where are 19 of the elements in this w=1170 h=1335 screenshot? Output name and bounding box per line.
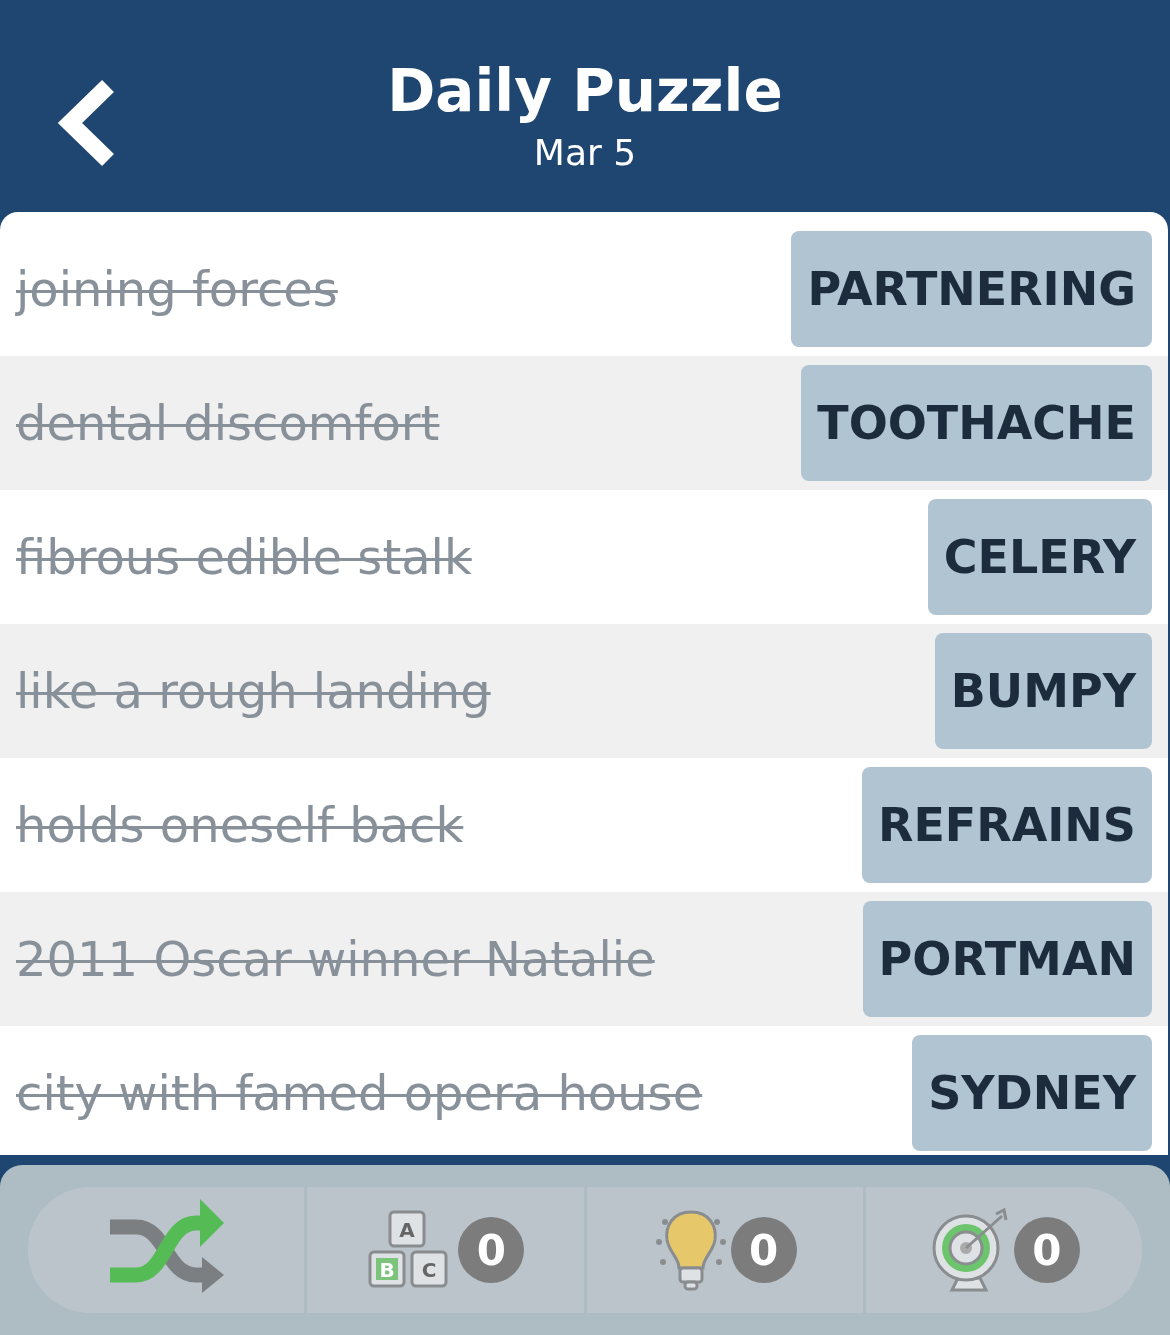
count-badge: 0: [1013, 1217, 1080, 1283]
clue-text: holds oneself back: [16, 797, 464, 853]
clue-text: fibrous edible stalk: [16, 529, 472, 585]
clue-text: joining forces: [16, 261, 338, 317]
clue-text: city with famed opera house: [16, 1065, 703, 1121]
clue-text: 2011 Oscar winner Natalie: [16, 931, 655, 987]
answer-tile: BUMPY: [934, 633, 1152, 749]
puzzle-date: Mar 5: [533, 131, 637, 175]
count-badge: 0: [730, 1217, 797, 1283]
clue-text: dental discomfort: [16, 395, 440, 451]
answer-tile: TOOTHACHE: [801, 365, 1152, 481]
answer-tile: PARTNERING: [791, 231, 1152, 347]
answer-tile: REFRAINS: [861, 767, 1152, 883]
clue-text: like a rough landing: [16, 663, 491, 719]
answer-tile: CELERY: [927, 499, 1152, 615]
answer-tile: PORTMAN: [862, 901, 1152, 1017]
count-badge: 0: [458, 1217, 525, 1283]
answer-tile: SYDNEY: [912, 1035, 1152, 1151]
page-title: Daily Puzzle: [387, 56, 783, 126]
